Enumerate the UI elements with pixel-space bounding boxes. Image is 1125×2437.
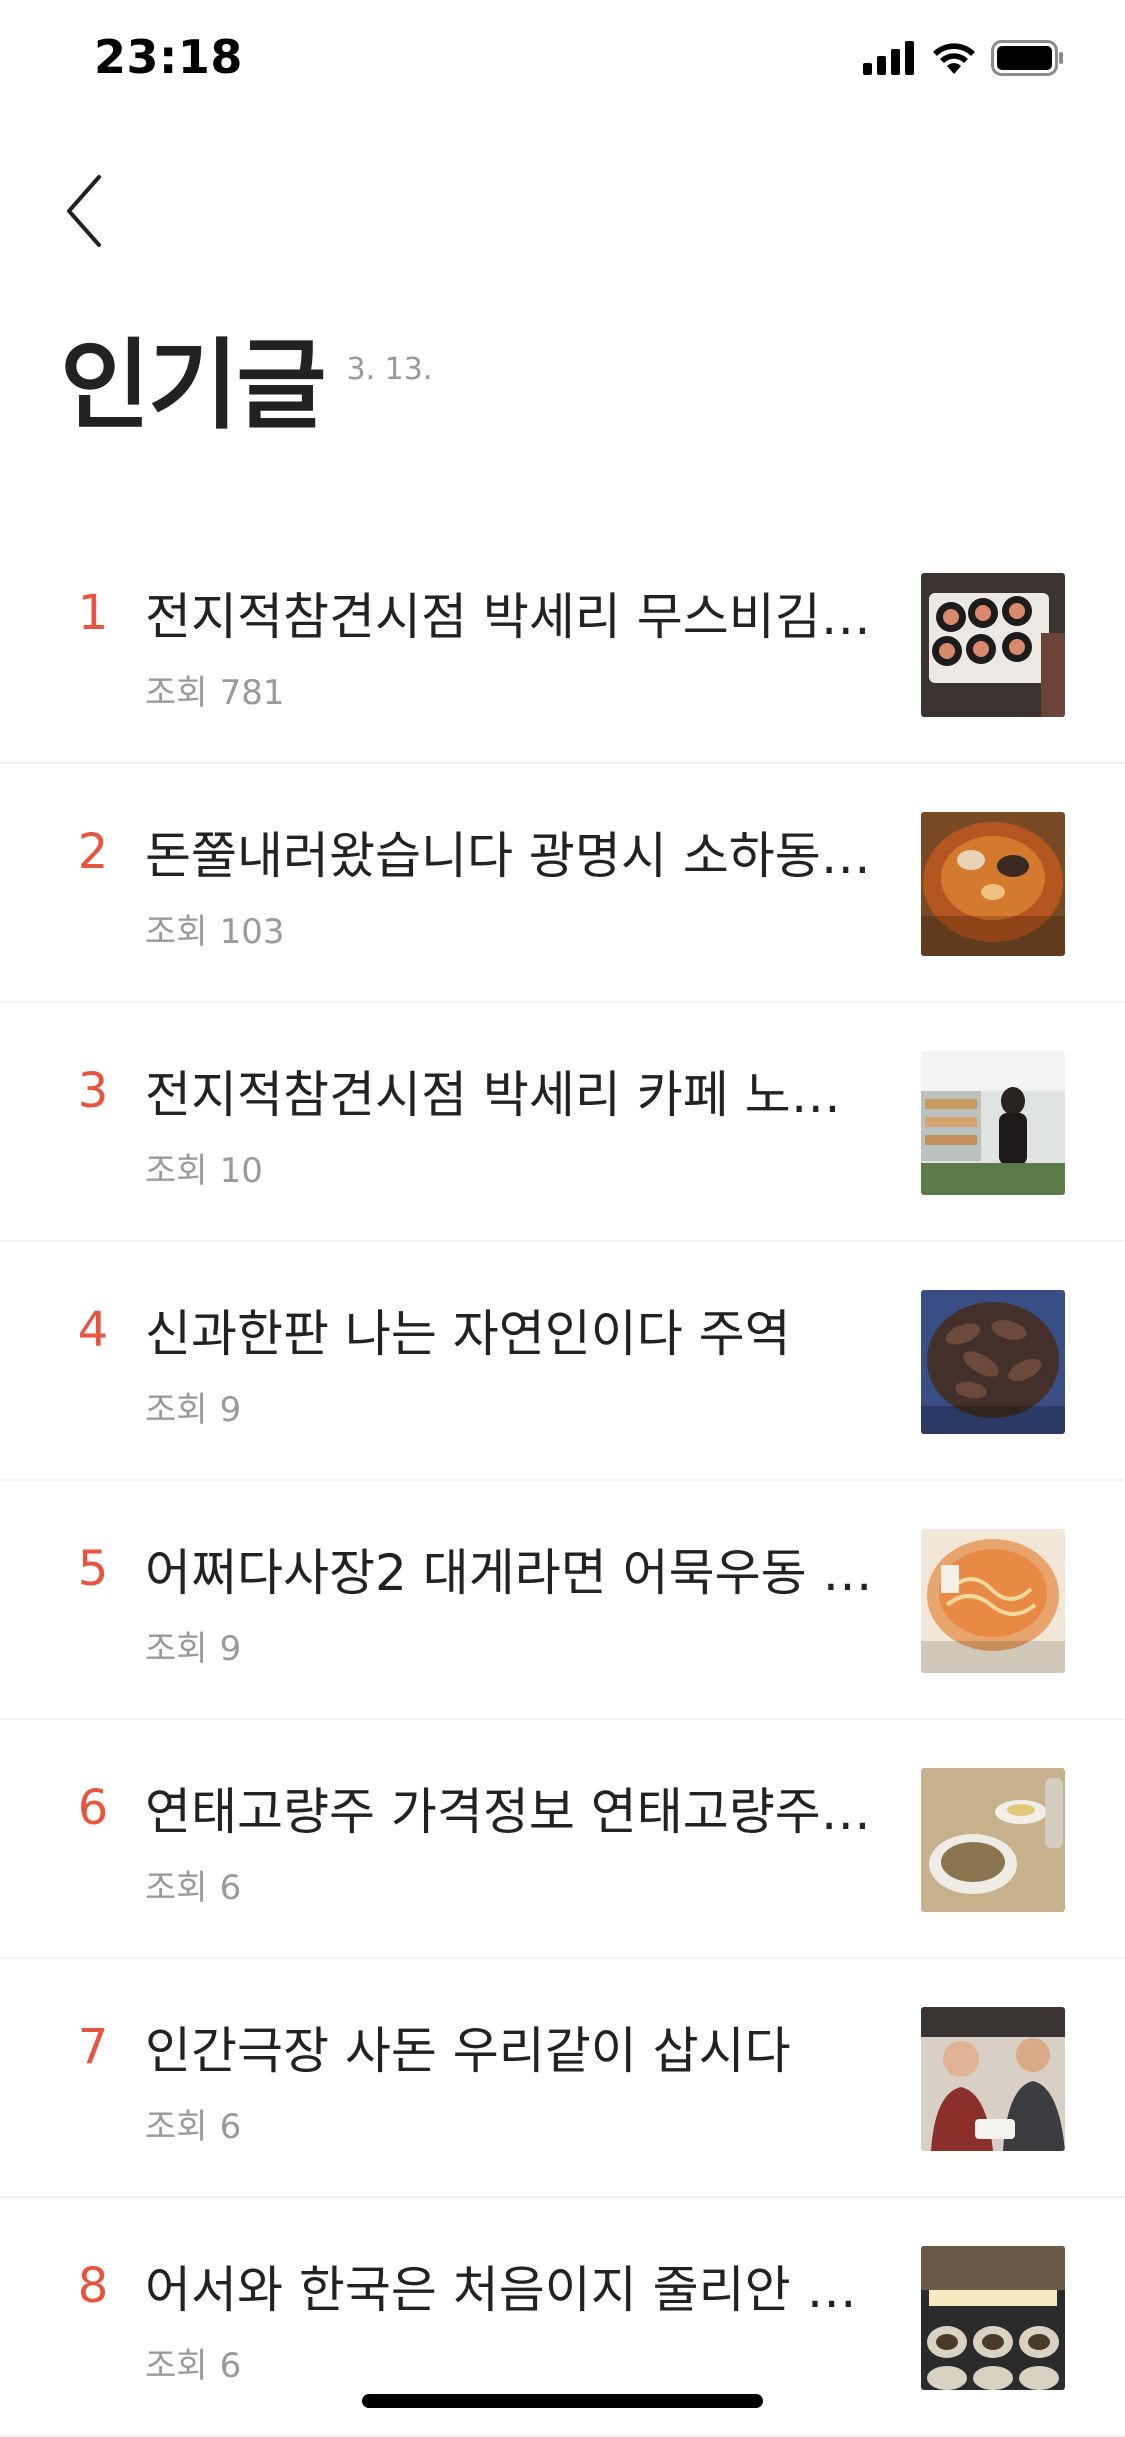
page-header: 인기글 3. 13. (60, 330, 432, 443)
status-bar: 23:18 (0, 0, 1125, 130)
views-count: 6 (219, 1868, 242, 1908)
views-label: 조회 (145, 673, 208, 713)
status-icons (863, 40, 1065, 80)
post-views: 조회 6 (145, 1860, 241, 1909)
post-title: 어서와 한국은 처음이지 줄리안 신재료 (145, 2261, 880, 2319)
post-views: 조회 6 (145, 2099, 241, 2148)
views-label: 조회 (145, 1390, 208, 1430)
page-date: 3. 13. (346, 352, 433, 387)
post-title: 돈쭐내러왔습니다 광명시 소하동 가족짬뽕 (145, 827, 880, 885)
post-item-3[interactable]: 3 전지적참견시점 박세리 카페 노티드 조회 10 (0, 1003, 1125, 1242)
post-thumbnail-kimbap (921, 573, 1065, 717)
post-title: 어쩌다사장2 대게라면 어묵우동 레시피 (145, 1544, 880, 1602)
post-rank: 8 (77, 2258, 109, 2314)
post-thumbnail-stir-fry (921, 1290, 1065, 1434)
post-title: 전지적참견시점 박세리 무스비김밥 위치 (145, 588, 880, 646)
post-title: 연태고량주 가격정보 연태고량주 도수 (145, 1783, 880, 1841)
post-item-5[interactable]: 5 어쩌다사장2 대게라면 어묵우동 레시피 조회 9 (0, 1481, 1125, 1720)
post-thumbnail-ramen (921, 1529, 1065, 1673)
post-rank: 2 (77, 824, 109, 880)
post-thumbnail-people (921, 2007, 1065, 2151)
back-button[interactable] (50, 168, 120, 258)
status-time: 23:18 (94, 30, 243, 84)
views-count: 781 (219, 673, 285, 713)
post-views: 조회 781 (145, 665, 284, 714)
views-count: 103 (219, 912, 285, 952)
page-title: 인기글 (60, 329, 326, 443)
post-views: 조회 103 (145, 904, 284, 953)
post-item-1[interactable]: 1 전지적참견시점 박세리 무스비김밥 위치 조회 781 (0, 525, 1125, 764)
views-label: 조회 (145, 2346, 208, 2386)
post-thumbnail-cafe (921, 1051, 1065, 1195)
views-count: 6 (219, 2346, 242, 2386)
views-count: 9 (219, 1629, 242, 1669)
post-rank: 3 (77, 1063, 109, 1119)
post-title: 신과한판 나는 자연인이다 주역 (145, 1305, 791, 1363)
views-label: 조회 (145, 1868, 208, 1908)
views-label: 조회 (145, 1629, 208, 1669)
views-count: 10 (219, 1151, 263, 1191)
post-rank: 5 (77, 1541, 109, 1597)
post-item-2[interactable]: 2 돈쭐내러왔습니다 광명시 소하동 가족짬뽕 조회 103 (0, 764, 1125, 1003)
cellular-signal-icon (863, 41, 917, 79)
post-title: 인간극장 사돈 우리같이 삽시다 (145, 2022, 791, 2080)
post-views: 조회 9 (145, 1382, 241, 1431)
post-rank: 1 (77, 585, 109, 641)
views-count: 9 (219, 1390, 242, 1430)
chevron-left-icon (65, 173, 105, 253)
views-label: 조회 (145, 1151, 208, 1191)
post-thumbnail-table-food (921, 1768, 1065, 1912)
post-item-6[interactable]: 6 연태고량주 가격정보 연태고량주 도수 조회 6 (0, 1720, 1125, 1959)
post-thumbnail-seafood-noodle (921, 812, 1065, 956)
post-rank: 7 (77, 2019, 109, 2075)
popular-posts-list: 1 전지적참견시점 박세리 무스비김밥 위치 조회781 2 돈쭐내 (0, 525, 1125, 2437)
post-views: 조회 9 (145, 1621, 241, 1670)
battery-icon (991, 40, 1065, 80)
views-count: 6 (219, 2107, 242, 2147)
post-rank: 4 (77, 1302, 109, 1358)
wifi-icon (931, 41, 977, 79)
post-thumbnail-cooking-show (921, 2246, 1065, 2390)
post-rank: 6 (77, 1780, 109, 1836)
post-title: 전지적참견시점 박세리 카페 노티드 (145, 1066, 880, 1124)
post-item-4[interactable]: 4 신과한판 나는 자연인이다 주역 조회 9 (0, 1242, 1125, 1481)
post-views: 조회 6 (145, 2338, 241, 2387)
post-views: 조회 10 (145, 1143, 263, 1192)
views-label: 조회 (145, 912, 208, 952)
post-item-7[interactable]: 7 인간극장 사돈 우리같이 삽시다 조회 6 (0, 1959, 1125, 2198)
views-label: 조회 (145, 2107, 208, 2147)
home-indicator (362, 2394, 763, 2408)
